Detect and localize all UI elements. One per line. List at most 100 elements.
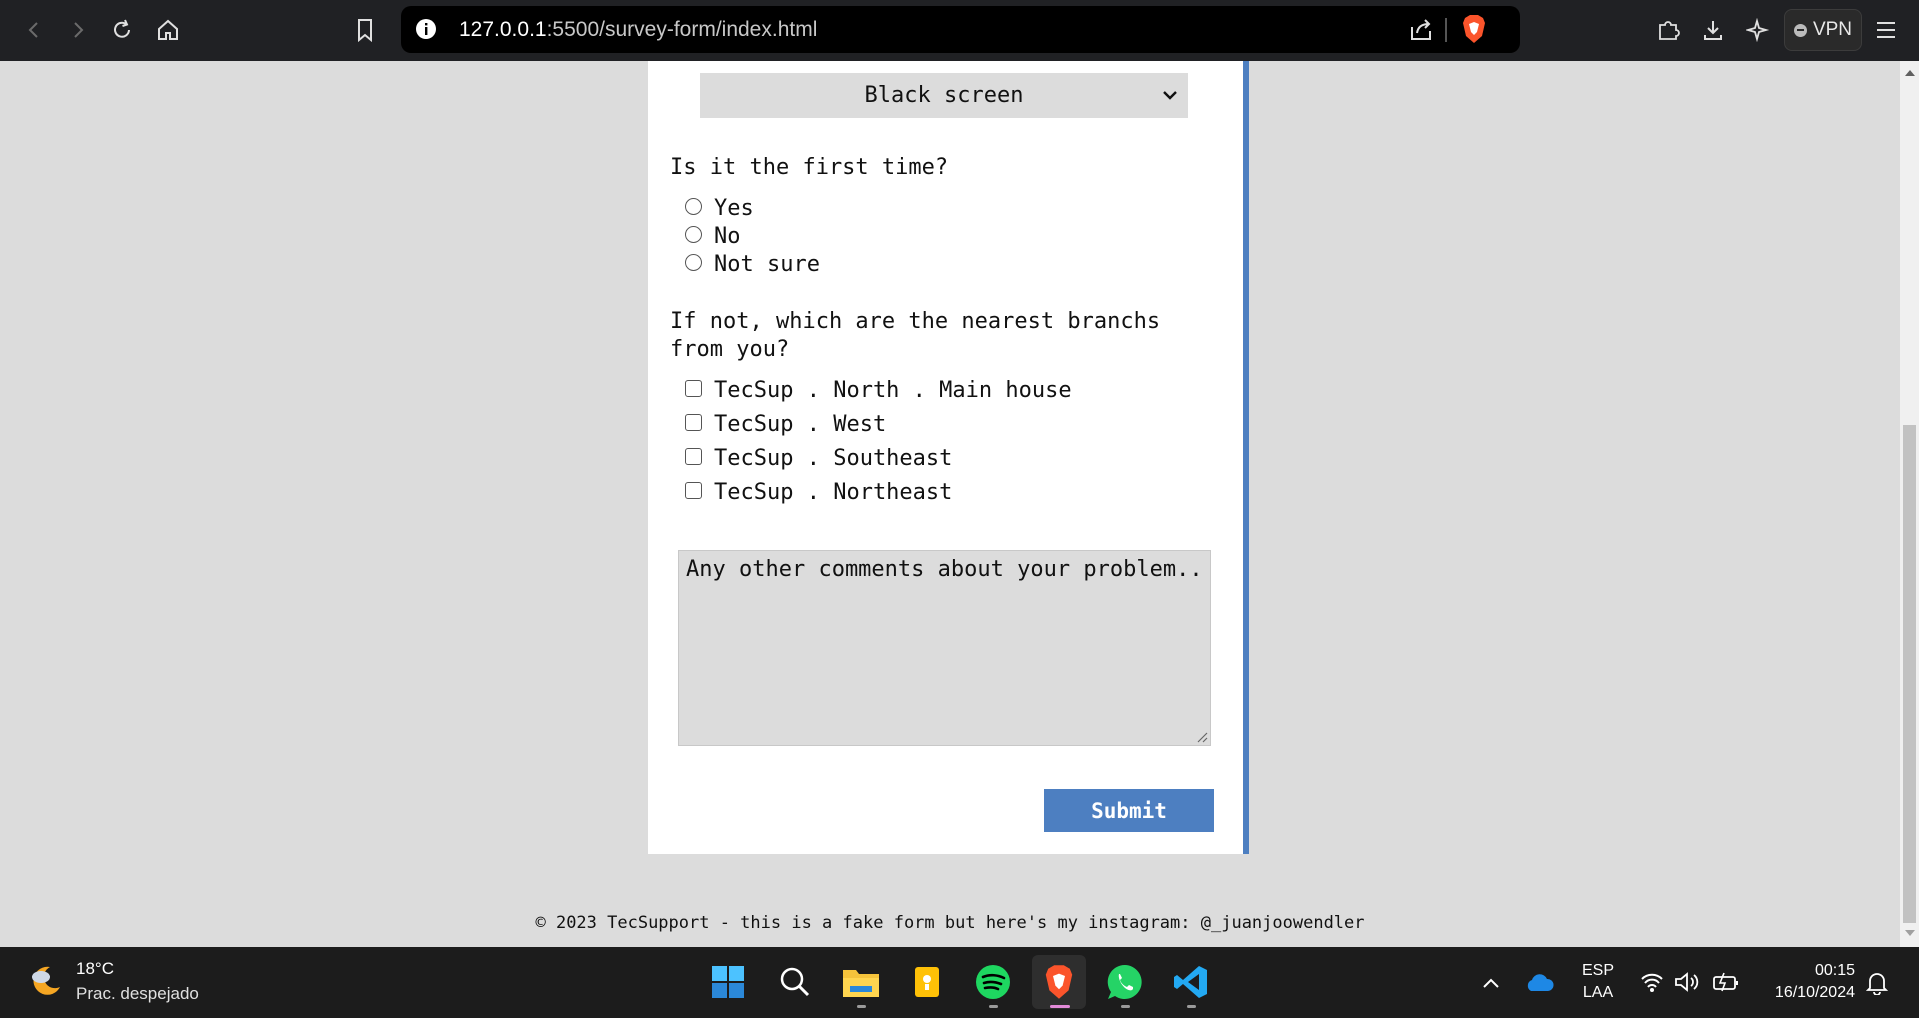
survey-form-card: Black screen Is it the first time? Yes N… <box>648 61 1249 854</box>
chevron-right-icon <box>74 22 84 38</box>
url-host: 127.0.0.1 <box>459 18 547 41</box>
back-button[interactable] <box>16 12 52 48</box>
vscode-icon <box>1174 966 1207 998</box>
radio-label: No <box>714 223 741 249</box>
whatsapp-icon <box>1107 964 1142 999</box>
radio-option-no[interactable]: No <box>685 222 741 250</box>
radio-button[interactable] <box>685 254 702 271</box>
start-button[interactable] <box>701 955 755 1009</box>
reload-button[interactable] <box>104 12 140 48</box>
radio-option-yes[interactable]: Yes <box>685 194 754 222</box>
page-scrollbar[interactable] <box>1900 61 1919 947</box>
clock-time: 00:15 <box>1814 962 1855 979</box>
downloads-button[interactable] <box>1695 12 1731 48</box>
system-clock[interactable]: 00:15 16/10/2024 <box>1745 960 1855 1004</box>
extensions-button[interactable] <box>1650 12 1686 48</box>
keyboard-layout: LAA <box>1582 984 1614 1001</box>
radio-button[interactable] <box>685 226 702 243</box>
taskbar-app-spotify[interactable] <box>966 955 1020 1009</box>
bookmark-icon <box>358 19 372 42</box>
first-time-question: Is it the first time? <box>670 155 949 180</box>
chevron-left-icon <box>28 22 38 38</box>
taskbar-app-whatsapp[interactable] <box>1098 955 1152 1009</box>
search-button[interactable] <box>768 955 822 1009</box>
checkbox-branch-northeast[interactable]: TecSup . Northeast <box>685 478 952 506</box>
hamburger-menu-icon <box>1877 22 1895 38</box>
radio-option-not-sure[interactable]: Not sure <box>685 250 820 278</box>
checkbox[interactable] <box>685 482 702 499</box>
scroll-down-arrow-icon[interactable] <box>1905 930 1915 936</box>
address-bar[interactable]: 127.0.0.1:5500/survey-form/index.html <box>401 6 1520 53</box>
bookmark-button[interactable] <box>347 12 383 48</box>
volume-icon[interactable] <box>1674 971 1700 993</box>
chevron-up-icon[interactable] <box>1481 973 1501 993</box>
info-icon <box>416 19 436 39</box>
checkbox-label: TecSup . Southeast <box>714 445 953 471</box>
windows-logo-icon <box>712 966 744 998</box>
puzzle-icon <box>1659 21 1680 40</box>
checkbox-branch-southeast[interactable]: TecSup . Southeast <box>685 444 952 472</box>
branches-question: If not, which are the nearest branchs fr… <box>670 309 1161 362</box>
weather-temperature[interactable]: 18°C <box>76 959 114 979</box>
home-icon <box>158 19 178 40</box>
vpn-button[interactable]: VPN <box>1784 9 1862 51</box>
chevron-down-icon <box>1163 91 1177 100</box>
checkbox-branch-west[interactable]: TecSup . West <box>685 410 886 438</box>
forward-button[interactable] <box>60 12 96 48</box>
vpn-status-icon <box>1793 23 1807 37</box>
wifi-icon[interactable] <box>1640 971 1664 993</box>
url-path: :5500/survey-form/index.html <box>546 18 818 41</box>
folder-icon <box>843 970 879 997</box>
scroll-up-arrow-icon[interactable] <box>1905 70 1915 76</box>
brave-shields-icon[interactable] <box>1461 14 1487 44</box>
weather-condition[interactable]: Prac. despejado <box>76 984 199 1004</box>
home-button[interactable] <box>150 12 186 48</box>
taskbar: 18°C Prac. despejado ESP LAA 00:15 16/10… <box>0 947 1919 1018</box>
menu-button[interactable] <box>1868 12 1904 48</box>
resize-handle-icon[interactable] <box>1196 731 1208 743</box>
app-running-indicator <box>857 1005 866 1008</box>
checkbox[interactable] <box>685 380 702 397</box>
taskbar-app-notes[interactable] <box>900 955 954 1009</box>
scrollbar-thumb[interactable] <box>1903 425 1916 923</box>
moon-cloud-icon[interactable] <box>26 961 66 1001</box>
checkbox-label: TecSup . North . Main house <box>714 377 1072 403</box>
sparkle-icon <box>1746 18 1770 42</box>
download-icon <box>1704 21 1722 40</box>
battery-charging-icon[interactable] <box>1712 971 1740 993</box>
submit-button[interactable]: Submit <box>1044 789 1214 832</box>
browser-toolbar: 127.0.0.1:5500/survey-form/index.html VP… <box>0 0 1919 61</box>
leo-ai-button[interactable] <box>1740 12 1776 48</box>
reload-icon <box>114 19 130 38</box>
share-icon[interactable] <box>1408 17 1434 43</box>
comments-textarea[interactable]: Any other comments about your problem.. <box>678 550 1211 746</box>
app-running-indicator <box>989 1005 998 1008</box>
app-running-indicator <box>1187 1005 1196 1008</box>
checkbox-label: TecSup . Northeast <box>714 479 953 505</box>
radio-label: Not sure <box>714 251 820 277</box>
footer-text: © 2023 TecSupport - this is a fake form … <box>535 913 1365 933</box>
onedrive-cloud-icon[interactable] <box>1524 971 1554 993</box>
app-active-indicator <box>1050 1005 1070 1008</box>
taskbar-app-vscode[interactable] <box>1164 955 1218 1009</box>
language-code: ESP <box>1582 962 1615 979</box>
checkbox[interactable] <box>685 414 702 431</box>
checkbox-branch-north[interactable]: TecSup . North . Main house <box>685 376 1072 404</box>
clock-date: 16/10/2024 <box>1774 984 1855 1001</box>
problem-select[interactable]: Black screen <box>700 73 1188 118</box>
app-running-indicator <box>1121 1005 1130 1008</box>
search-icon <box>780 967 810 997</box>
input-language[interactable]: ESP LAA <box>1582 960 1614 1004</box>
divider <box>1445 18 1447 42</box>
brave-lion-icon <box>1045 965 1073 999</box>
vpn-label: VPN <box>1812 19 1853 40</box>
url-text: 127.0.0.1:5500/survey-form/index.html <box>459 6 817 53</box>
radio-button[interactable] <box>685 198 702 215</box>
taskbar-app-brave[interactable] <box>1032 955 1086 1009</box>
checkbox[interactable] <box>685 448 702 465</box>
taskbar-app-file-explorer[interactable] <box>834 955 888 1009</box>
comments-placeholder: Any other comments about your problem.. <box>686 557 1203 582</box>
notification-bell-icon[interactable] <box>1866 971 1888 995</box>
sticky-note-icon <box>915 967 939 997</box>
radio-label: Yes <box>714 195 754 221</box>
